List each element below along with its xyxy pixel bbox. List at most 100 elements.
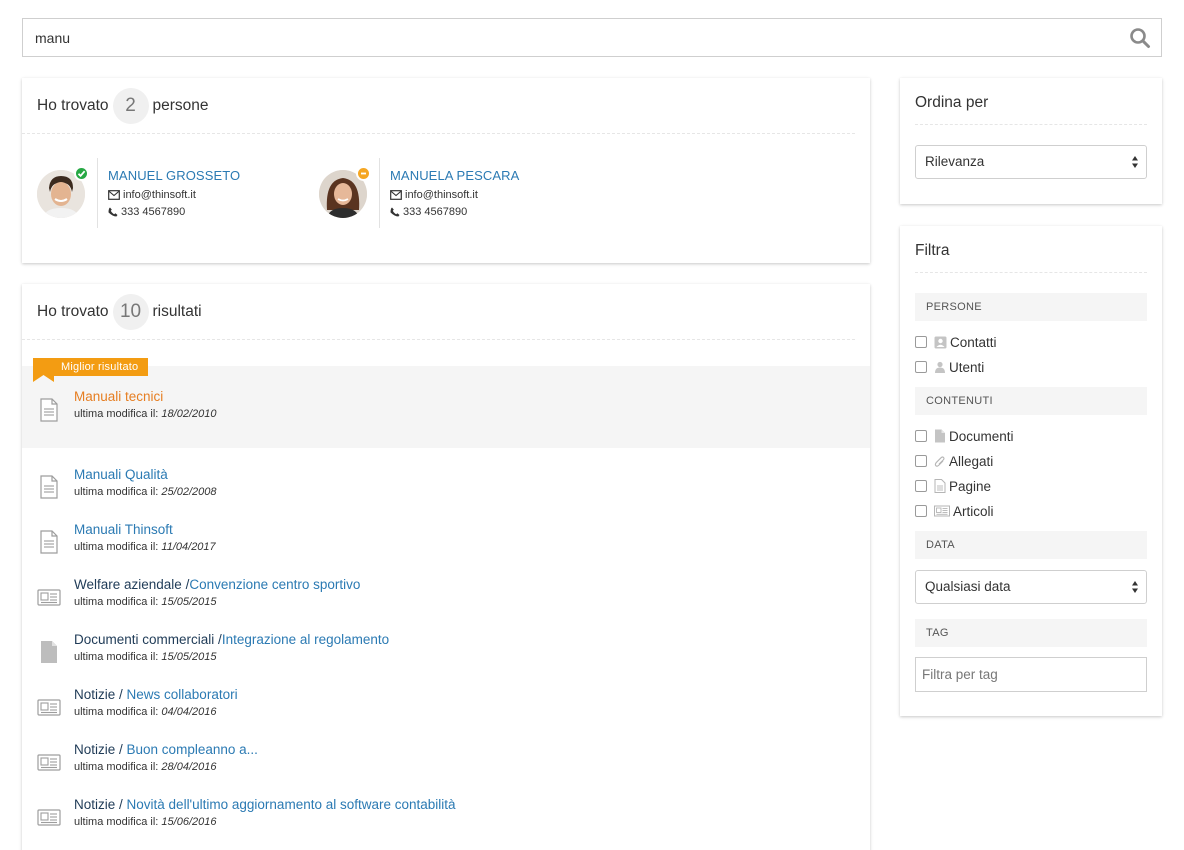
result-date: 15/05/2015 bbox=[161, 651, 217, 663]
result-category[interactable]: Notizie bbox=[74, 687, 115, 702]
person-phone[interactable]: 333 4567890 bbox=[121, 206, 185, 218]
content-results-title: Ho trovato 10 risultati bbox=[22, 284, 855, 340]
filter-option-documenti[interactable]: Documenti bbox=[915, 426, 1014, 446]
result-category[interactable]: Welfare aziendale bbox=[74, 577, 182, 592]
result-meta: ultima modifica il: 15/06/2016 bbox=[74, 816, 456, 828]
filter-section-persone: PERSONE bbox=[915, 293, 1147, 321]
person-divider bbox=[379, 158, 380, 228]
avatar-wrap bbox=[37, 166, 89, 218]
filter-title: Filtra bbox=[915, 226, 1147, 273]
document-filled-icon bbox=[41, 641, 57, 663]
filter-option-pagine[interactable]: Pagine bbox=[915, 476, 991, 496]
status-busy-icon bbox=[356, 166, 371, 181]
content-results-card: Ho trovato 10 risultati Miglior risultat… bbox=[22, 284, 870, 850]
contact-card-icon bbox=[934, 336, 947, 348]
checkbox[interactable] bbox=[915, 336, 927, 348]
result-title-link[interactable]: Manuali tecnici bbox=[74, 389, 163, 404]
filter-option-label: Documenti bbox=[949, 428, 1014, 444]
result-title-link[interactable]: Novità dell'ultimo aggiornamento al soft… bbox=[127, 797, 456, 812]
select-arrows-icon bbox=[1132, 581, 1138, 593]
result-text: Notizie / Buon compleanno a... ultima mo… bbox=[74, 741, 258, 773]
person-card: MANUEL GROSSETO info@thinsoft.it 333 456… bbox=[37, 158, 297, 228]
filter-option-contatti[interactable]: Contatti bbox=[915, 332, 997, 352]
result-title-link[interactable]: News collaboratori bbox=[127, 687, 238, 702]
result-text: Manuali Thinsoft ultima modifica il: 11/… bbox=[74, 521, 216, 553]
result-date: 04/04/2016 bbox=[161, 706, 217, 718]
people-title-prefix: Ho trovato bbox=[37, 96, 109, 114]
person-email[interactable]: info@thinsoft.it bbox=[405, 189, 478, 201]
search-input[interactable] bbox=[23, 19, 1103, 56]
checkbox[interactable] bbox=[915, 480, 927, 492]
sort-card: Ordina per Rilevanza bbox=[900, 78, 1162, 204]
checkbox[interactable] bbox=[915, 430, 927, 442]
date-selected-value: Qualsiasi data bbox=[925, 579, 1011, 594]
result-meta-label: ultima modifica il: bbox=[74, 408, 159, 420]
result-category[interactable]: Documenti commerciali bbox=[74, 632, 214, 647]
newspaper-icon bbox=[37, 589, 61, 606]
newspaper-icon bbox=[37, 809, 61, 826]
document-lines-icon bbox=[40, 475, 58, 499]
result-title-link[interactable]: Manuali Qualità bbox=[74, 467, 168, 482]
person-email[interactable]: info@thinsoft.it bbox=[123, 189, 196, 201]
filter-section-data: DATA bbox=[915, 531, 1147, 559]
sort-title: Ordina per bbox=[915, 78, 1147, 125]
filter-section-tag: TAG bbox=[915, 619, 1147, 647]
filter-option-articoli[interactable]: Articoli bbox=[915, 501, 994, 521]
result-separator: / bbox=[115, 687, 127, 702]
result-title-link[interactable]: Buon compleanno a... bbox=[127, 742, 258, 757]
search-icon[interactable] bbox=[1129, 27, 1151, 49]
result-row[interactable]: Notizie / Novità dell'ultimo aggiornamen… bbox=[22, 792, 870, 842]
person-name-link[interactable]: MANUELA PESCARA bbox=[390, 168, 590, 183]
person-divider bbox=[97, 158, 98, 228]
person-info: MANUELA PESCARA info@thinsoft.it 333 456… bbox=[390, 168, 590, 220]
result-text: Documenti commerciali /Integrazione al r… bbox=[74, 631, 389, 663]
result-row[interactable]: Notizie / Buon compleanno a... ultima mo… bbox=[22, 737, 870, 787]
result-category[interactable]: Notizie bbox=[74, 797, 115, 812]
bookmark-icon bbox=[33, 358, 54, 382]
status-online-icon bbox=[74, 166, 89, 181]
people-results-card: Ho trovato 2 persone MANUEL GROSSETO inf… bbox=[22, 78, 870, 263]
result-meta: ultima modifica il: 15/05/2015 bbox=[74, 596, 360, 608]
people-title-suffix: persone bbox=[152, 96, 209, 114]
filter-option-label: Articoli bbox=[953, 503, 994, 519]
best-result-row[interactable]: Miglior risultato Manuali tecnici ultima… bbox=[22, 358, 870, 448]
checkbox[interactable] bbox=[915, 361, 927, 373]
result-row[interactable]: Documenti commerciali /Integrazione al r… bbox=[22, 627, 870, 677]
filter-option-utenti[interactable]: Utenti bbox=[915, 357, 984, 377]
result-date: 18/02/2010 bbox=[161, 408, 217, 420]
result-title-link[interactable]: Convenzione centro sportivo bbox=[189, 577, 360, 592]
result-row[interactable]: Manuali Thinsoft ultima modifica il: 11/… bbox=[22, 517, 870, 567]
result-title: Welfare aziendale /Convenzione centro sp… bbox=[74, 576, 360, 594]
person-name-link[interactable]: MANUEL GROSSETO bbox=[108, 168, 308, 183]
person-card: MANUELA PESCARA info@thinsoft.it 333 456… bbox=[319, 158, 579, 228]
result-row[interactable]: Notizie / News collaboratori ultima modi… bbox=[22, 682, 870, 732]
person-phone-row: 333 4567890 bbox=[108, 203, 308, 220]
checkbox[interactable] bbox=[915, 505, 927, 517]
result-text: Manuali Qualità ultima modifica il: 25/0… bbox=[74, 466, 216, 498]
sort-selected-value: Rilevanza bbox=[925, 154, 985, 169]
person-phone[interactable]: 333 4567890 bbox=[403, 206, 467, 218]
result-title-link[interactable]: Integrazione al regolamento bbox=[222, 632, 389, 647]
filter-option-allegati[interactable]: Allegati bbox=[915, 451, 993, 471]
result-meta: ultima modifica il: 04/04/2016 bbox=[74, 706, 238, 718]
person-email-row: info@thinsoft.it bbox=[390, 186, 590, 203]
sort-select[interactable]: Rilevanza bbox=[915, 145, 1147, 179]
checkbox[interactable] bbox=[915, 455, 927, 467]
result-meta-label: ultima modifica il: bbox=[74, 706, 159, 718]
result-category[interactable]: Notizie bbox=[74, 742, 115, 757]
best-result-label: Miglior risultato bbox=[54, 358, 149, 376]
result-date: 15/06/2016 bbox=[161, 816, 217, 828]
tag-filter-input[interactable] bbox=[915, 657, 1147, 692]
newspaper-icon bbox=[934, 505, 950, 517]
date-select[interactable]: Qualsiasi data bbox=[915, 570, 1147, 604]
result-title: Manuali tecnici bbox=[74, 388, 216, 406]
result-row[interactable]: Manuali Qualità ultima modifica il: 25/0… bbox=[22, 462, 870, 512]
result-title-link[interactable]: Manuali Thinsoft bbox=[74, 522, 173, 537]
result-title: Documenti commerciali /Integrazione al r… bbox=[74, 631, 389, 649]
result-text: Notizie / News collaboratori ultima modi… bbox=[74, 686, 238, 718]
person-phone-row: 333 4567890 bbox=[390, 203, 590, 220]
result-row[interactable]: Welfare aziendale /Convenzione centro sp… bbox=[22, 572, 870, 622]
result-date: 15/05/2015 bbox=[161, 596, 217, 608]
document-lines-icon bbox=[40, 398, 58, 422]
result-meta-label: ultima modifica il: bbox=[74, 596, 159, 608]
